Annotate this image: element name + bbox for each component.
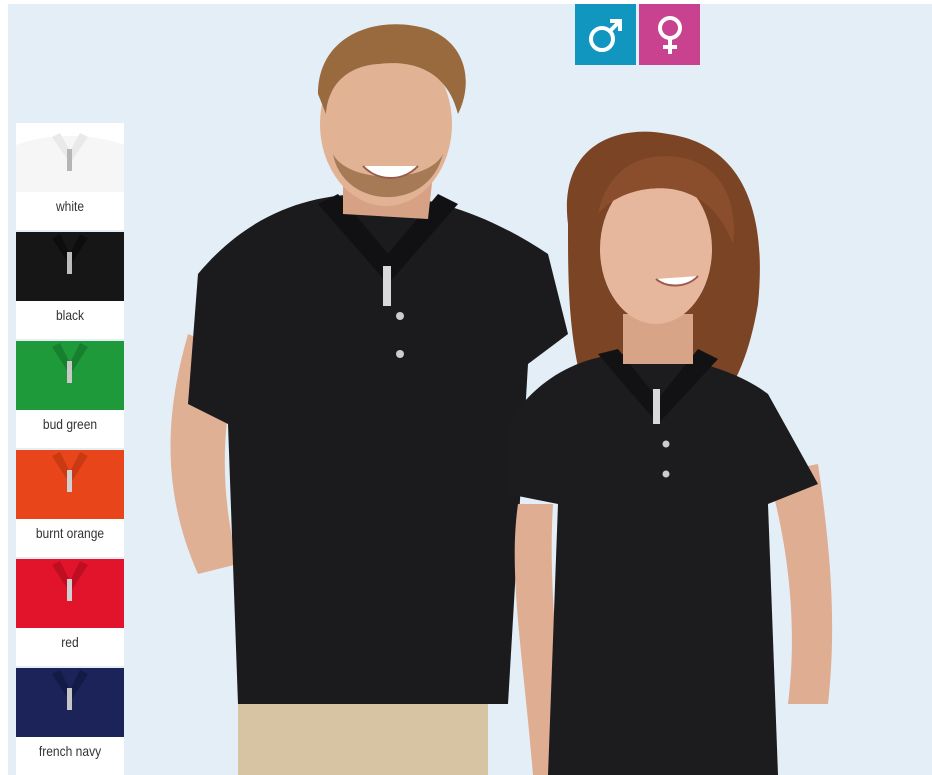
swatch-bud-green[interactable]: bud green [16, 341, 124, 448]
swatch-label: burnt orange [35, 525, 105, 541]
swatch-image [16, 123, 124, 192]
swatch-image [16, 341, 124, 410]
swatch-image [16, 450, 124, 519]
swatch-label: french navy [38, 743, 102, 759]
swatch-image [16, 232, 124, 301]
product-photo [128, 4, 932, 775]
swatch-image [16, 559, 124, 628]
swatch-burnt-orange[interactable]: burnt orange [16, 450, 124, 557]
swatch-black[interactable]: black [16, 232, 124, 339]
models-illustration [170, 24, 833, 775]
swatch-french-navy[interactable]: french navy [16, 668, 124, 775]
swatch-white[interactable]: white [16, 123, 124, 230]
woman-model [508, 131, 833, 775]
man-model [170, 24, 568, 775]
swatch-red[interactable]: red [16, 559, 124, 666]
swatch-image [16, 668, 124, 737]
swatch-label: white [55, 198, 85, 214]
swatch-label: red [61, 634, 79, 650]
product-stage: white black bud green burnt orange red f… [8, 4, 932, 775]
swatch-label: bud green [42, 416, 98, 432]
swatch-label: black [55, 307, 85, 323]
